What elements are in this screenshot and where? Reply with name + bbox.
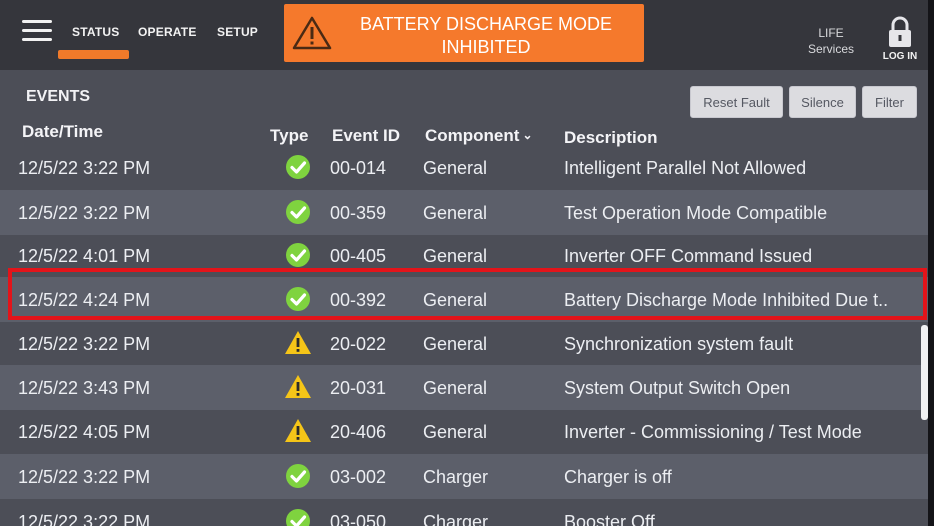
column-header-type[interactable]: Type (270, 126, 308, 146)
event-datetime: 12/5/22 4:05 PM (18, 422, 151, 442)
services-label: Services (807, 42, 854, 56)
event-description: Intelligent Parallel Not Allowed (564, 158, 807, 178)
selected-row-highlight (8, 268, 927, 320)
login-button[interactable]: LOG IN (876, 16, 924, 62)
event-datetime: 12/5/22 4:01 PM (18, 246, 151, 266)
event-description: Booster Off (564, 512, 655, 526)
check-circle-icon (284, 462, 312, 490)
event-id: 00-014 (330, 158, 387, 178)
event-description: Charger is off (564, 467, 672, 487)
life-services-link[interactable]: LIFE Services (800, 25, 862, 57)
event-id: 00-405 (330, 246, 387, 266)
event-id: 20-406 (330, 422, 387, 442)
nav-tab-status[interactable]: STATUS (72, 25, 119, 39)
event-component: Charger (423, 512, 489, 526)
login-label: LOG IN (882, 51, 918, 62)
check-circle-icon (284, 153, 312, 181)
event-description: Inverter OFF Command Issued (564, 246, 813, 266)
event-component: General (423, 334, 488, 354)
life-label: LIFE (818, 26, 844, 40)
event-id: 20-031 (330, 378, 387, 398)
alarm-text: BATTERY DISCHARGE MODE INHIBITED (359, 14, 613, 57)
warning-triangle-icon (292, 16, 332, 50)
nav-tab-setup[interactable]: SETUP (217, 25, 258, 39)
check-circle-icon (284, 198, 312, 226)
event-id: 20-022 (330, 334, 387, 354)
silence-button[interactable]: Silence (789, 86, 856, 118)
event-row[interactable]: 12/5/22 3:22 PM 03-050 Charger Booster Off (0, 499, 934, 526)
event-row[interactable]: 12/5/22 3:22 PM 20-022 General Synchronizat… (0, 321, 934, 366)
event-component: General (423, 158, 488, 178)
event-row[interactable]: 12/5/22 3:43 PM 20-031 General System Outpu… (0, 365, 934, 410)
column-header-event-id[interactable]: Event ID (332, 126, 400, 146)
active-tab-indicator (58, 50, 129, 59)
warning-triangle-icon (284, 373, 312, 401)
event-description: Test Operation Mode Compatible (564, 203, 828, 223)
event-row[interactable]: 12/5/22 3:22 PM 00-359 General Test Operati… (0, 190, 934, 235)
check-circle-icon (284, 241, 312, 269)
check-circle-icon (284, 507, 312, 526)
lock-icon (889, 16, 911, 47)
menu-icon[interactable] (22, 20, 52, 42)
chevron-down-icon: ⌄ (522, 128, 533, 142)
top-bar: STATUS OPERATE SETUP BATTERY DISCHARGE M… (0, 0, 934, 70)
events-title: EVENTS (26, 88, 91, 105)
event-description: Inverter - Commissioning / Test Mode (564, 422, 862, 442)
warning-triangle-icon (284, 329, 312, 357)
event-id: 03-050 (330, 512, 387, 526)
event-row[interactable]: 12/5/22 3:22 PM 00-014 General Intelligent … (0, 145, 934, 190)
nav-tab-operate[interactable]: OPERATE (138, 25, 197, 39)
event-component: General (423, 246, 488, 266)
event-datetime: 12/5/22 3:22 PM (18, 467, 151, 487)
event-id: 00-359 (330, 203, 387, 223)
event-row[interactable]: 12/5/22 3:22 PM 03-002 Charger Charger is o… (0, 454, 934, 499)
event-datetime: 12/5/22 3:22 PM (18, 512, 151, 526)
event-datetime: 12/5/22 3:43 PM (18, 378, 151, 398)
event-component: General (423, 203, 488, 223)
event-row[interactable]: 12/5/22 4:05 PM 20-406 General Inverter - C… (0, 409, 934, 454)
alarm-banner[interactable]: BATTERY DISCHARGE MODE INHIBITED (284, 4, 644, 62)
device-frame-edge (928, 0, 934, 526)
event-component: General (423, 378, 488, 398)
event-datetime: 12/5/22 3:22 PM (18, 334, 151, 354)
scrollbar-thumb[interactable] (921, 325, 928, 420)
column-header-component[interactable]: Component ⌄ (425, 126, 533, 146)
warning-triangle-icon (284, 417, 312, 445)
event-datetime: 12/5/22 3:22 PM (18, 203, 151, 223)
column-header-datetime[interactable]: Date/Time (22, 122, 103, 142)
event-id: 03-002 (330, 467, 387, 487)
event-component: General (423, 422, 488, 442)
filter-button[interactable]: Filter (862, 86, 917, 118)
event-description: System Output Switch Open (564, 378, 791, 398)
event-description: Synchronization system fault (564, 334, 794, 354)
reset-fault-button[interactable]: Reset Fault (690, 86, 783, 118)
column-header-component-label: Component (425, 126, 520, 145)
event-datetime: 12/5/22 3:22 PM (18, 158, 151, 178)
event-component: Charger (423, 467, 489, 487)
